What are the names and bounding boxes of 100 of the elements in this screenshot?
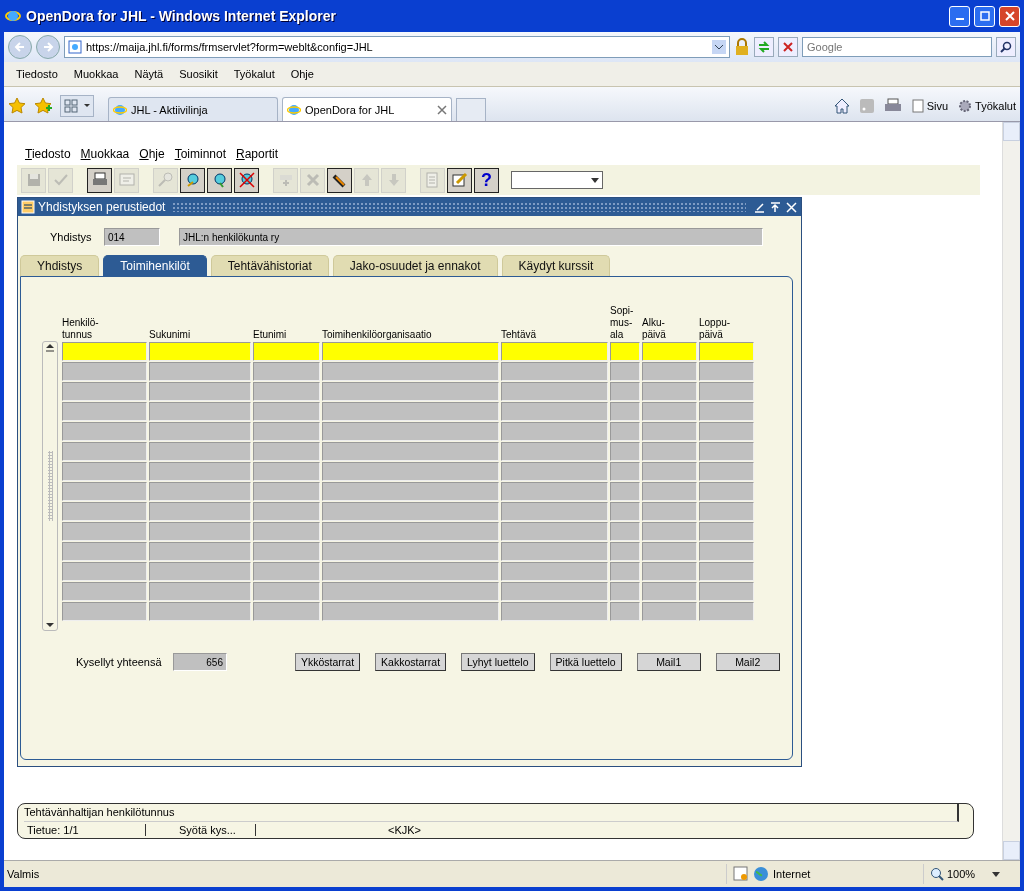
menu-item[interactable]: Näytä bbox=[126, 68, 172, 80]
table-cell[interactable] bbox=[62, 522, 147, 541]
maximize-button[interactable] bbox=[769, 200, 782, 214]
table-cell[interactable] bbox=[501, 382, 608, 401]
table-cell[interactable] bbox=[149, 582, 251, 601]
table-cell[interactable] bbox=[610, 342, 640, 361]
table-cell[interactable] bbox=[699, 422, 754, 441]
table-cell[interactable] bbox=[642, 482, 697, 501]
maximize-button[interactable] bbox=[974, 5, 995, 27]
menu-item[interactable]: Suosikit bbox=[171, 68, 226, 80]
form-tab[interactable]: Yhdistys bbox=[20, 255, 100, 276]
table-cell[interactable] bbox=[253, 502, 320, 521]
print-button[interactable] bbox=[87, 167, 112, 193]
table-cell[interactable] bbox=[501, 462, 608, 481]
table-cell[interactable] bbox=[642, 562, 697, 581]
table-cell[interactable] bbox=[322, 562, 499, 581]
dropdown-icon[interactable] bbox=[712, 40, 726, 54]
clear-button[interactable] bbox=[327, 167, 352, 193]
star-icon[interactable] bbox=[8, 97, 26, 115]
table-cell[interactable] bbox=[699, 602, 754, 621]
table-cell[interactable] bbox=[253, 542, 320, 561]
scrollbar[interactable] bbox=[42, 341, 58, 631]
table-cell[interactable] bbox=[149, 442, 251, 461]
table-cell[interactable] bbox=[642, 402, 697, 421]
table-cell[interactable] bbox=[322, 442, 499, 461]
table-cell[interactable] bbox=[501, 582, 608, 601]
table-cell[interactable] bbox=[699, 482, 754, 501]
action-button[interactable]: Lyhyt luettelo bbox=[461, 653, 535, 671]
form-tab[interactable]: Toimihenkilöt bbox=[103, 255, 207, 276]
table-cell[interactable] bbox=[501, 482, 608, 501]
table-cell[interactable] bbox=[501, 602, 608, 621]
table-cell[interactable] bbox=[610, 442, 640, 461]
table-cell[interactable] bbox=[642, 342, 697, 361]
table-cell[interactable] bbox=[501, 522, 608, 541]
form-tab[interactable]: Jako-osuudet ja ennakot bbox=[332, 255, 498, 276]
query-enter-button[interactable] bbox=[180, 167, 205, 193]
address-field[interactable]: https://maija.jhl.fi/forms/frmservlet?form=weblt&config=JHL bbox=[64, 36, 730, 58]
table-cell[interactable] bbox=[642, 442, 697, 461]
table-cell[interactable] bbox=[149, 522, 251, 541]
table-cell[interactable] bbox=[610, 362, 640, 381]
table-cell[interactable] bbox=[642, 602, 697, 621]
table-cell[interactable] bbox=[322, 602, 499, 621]
home-icon[interactable] bbox=[833, 98, 850, 114]
table-cell[interactable] bbox=[610, 502, 640, 521]
menu-item[interactable]: Työkalut bbox=[225, 68, 283, 80]
close-button[interactable] bbox=[785, 200, 798, 214]
table-cell[interactable] bbox=[253, 582, 320, 601]
page-menu[interactable]: Sivu bbox=[911, 99, 949, 113]
help-button[interactable]: ? bbox=[474, 167, 499, 193]
table-cell[interactable] bbox=[322, 382, 499, 401]
table-cell[interactable] bbox=[149, 402, 251, 421]
table-cell[interactable] bbox=[699, 502, 754, 521]
table-cell[interactable] bbox=[501, 422, 608, 441]
add-favorite-icon[interactable] bbox=[34, 97, 52, 115]
table-cell[interactable] bbox=[253, 522, 320, 541]
table-cell[interactable] bbox=[699, 562, 754, 581]
table-cell[interactable] bbox=[253, 562, 320, 581]
table-cell[interactable] bbox=[642, 462, 697, 481]
table-cell[interactable] bbox=[253, 342, 320, 361]
menu-item[interactable]: Toiminnot bbox=[174, 147, 226, 161]
table-cell[interactable] bbox=[149, 462, 251, 481]
table-cell[interactable] bbox=[62, 402, 147, 421]
table-cell[interactable] bbox=[501, 362, 608, 381]
table-cell[interactable] bbox=[149, 562, 251, 581]
table-cell[interactable] bbox=[322, 342, 499, 361]
table-cell[interactable] bbox=[253, 442, 320, 461]
menu-item[interactable]: Muokkaa bbox=[65, 68, 127, 80]
table-cell[interactable] bbox=[322, 522, 499, 541]
table-cell[interactable] bbox=[610, 422, 640, 441]
table-cell[interactable] bbox=[322, 542, 499, 561]
table-cell[interactable] bbox=[253, 382, 320, 401]
table-cell[interactable] bbox=[699, 582, 754, 601]
table-cell[interactable] bbox=[610, 582, 640, 601]
table-cell[interactable] bbox=[642, 362, 697, 381]
menu-item[interactable]: Muokkaa bbox=[80, 147, 130, 161]
table-cell[interactable] bbox=[62, 482, 147, 501]
minimize-button[interactable] bbox=[753, 200, 766, 214]
quick-tabs-icon[interactable] bbox=[60, 95, 94, 117]
table-cell[interactable] bbox=[699, 342, 754, 361]
table-cell[interactable] bbox=[322, 482, 499, 501]
close-tab-icon[interactable] bbox=[437, 104, 447, 115]
table-cell[interactable] bbox=[149, 542, 251, 561]
table-cell[interactable] bbox=[62, 502, 147, 521]
table-cell[interactable] bbox=[501, 562, 608, 581]
refresh-button[interactable] bbox=[754, 37, 774, 57]
table-cell[interactable] bbox=[149, 482, 251, 501]
table-cell[interactable] bbox=[149, 502, 251, 521]
menu-item[interactable]: Tiedosto bbox=[25, 147, 71, 161]
table-cell[interactable] bbox=[501, 442, 608, 461]
table-cell[interactable] bbox=[699, 382, 754, 401]
zoom-control[interactable]: 100% bbox=[923, 864, 1020, 884]
name-field[interactable]: JHL:n henkilökunta ry bbox=[179, 228, 763, 246]
table-cell[interactable] bbox=[253, 362, 320, 381]
table-cell[interactable] bbox=[322, 362, 499, 381]
table-cell[interactable] bbox=[62, 462, 147, 481]
browser-tab[interactable]: JHL - Aktiivilinja bbox=[108, 97, 278, 121]
table-cell[interactable] bbox=[322, 582, 499, 601]
table-cell[interactable] bbox=[610, 522, 640, 541]
menu-item[interactable]: Ohje bbox=[139, 147, 165, 161]
table-cell[interactable] bbox=[322, 402, 499, 421]
